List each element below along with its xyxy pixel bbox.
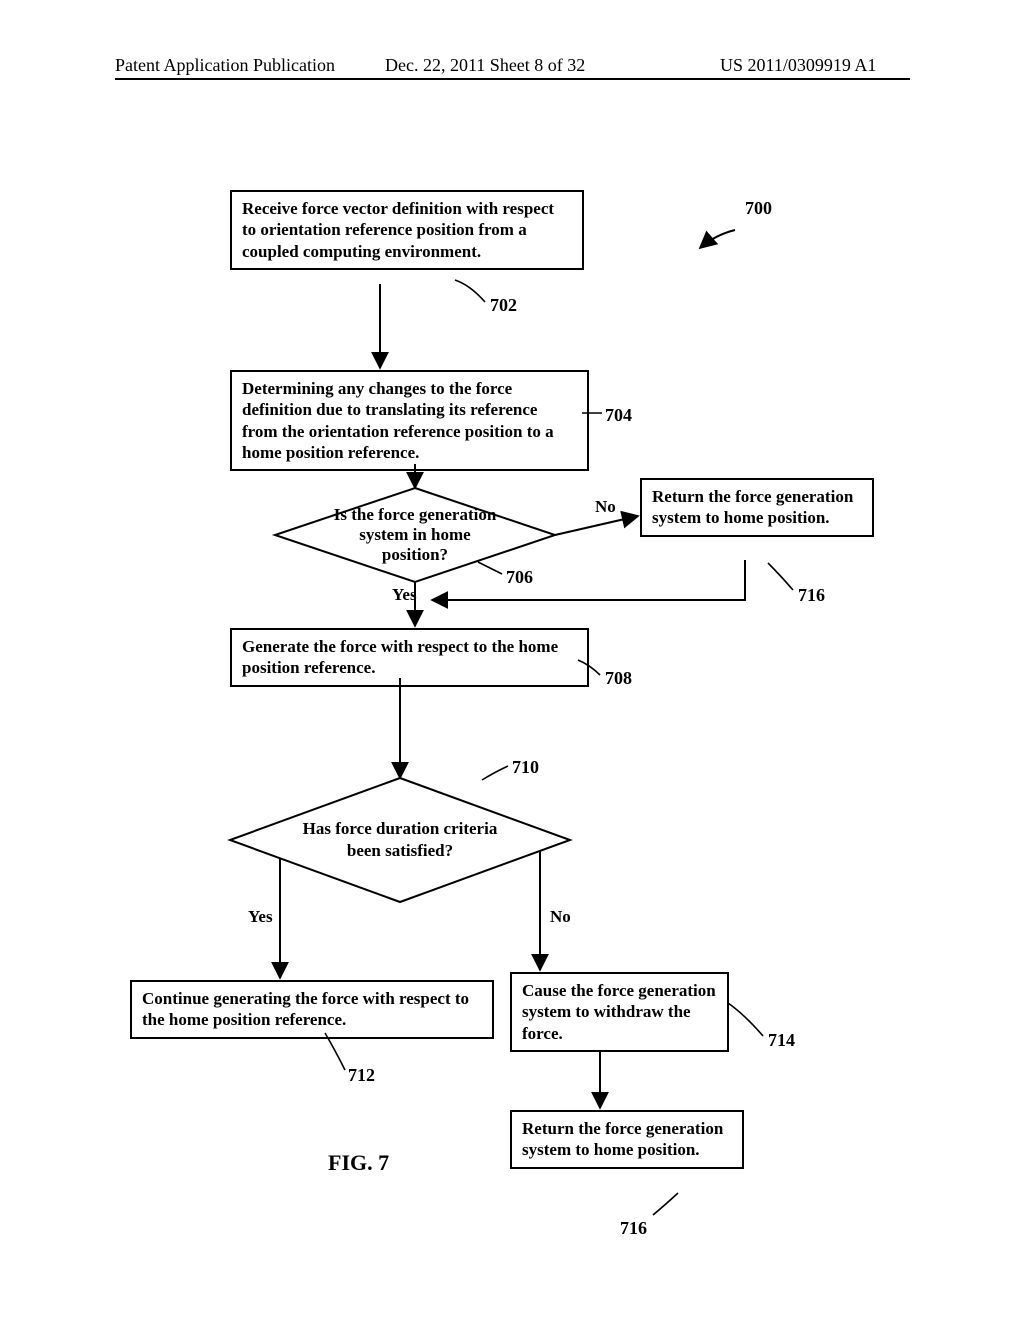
- ref-706: 706: [506, 567, 533, 588]
- leader-716b: [653, 1193, 678, 1215]
- ref-716b: 716: [620, 1218, 647, 1239]
- decision-710: [230, 778, 570, 902]
- leader-706: [478, 562, 502, 574]
- step-714: Cause the force generation system to wit…: [510, 972, 729, 1052]
- leader-700: [700, 230, 735, 248]
- label-706-no: No: [595, 497, 616, 517]
- d710-line2: been satisfied?: [347, 841, 453, 860]
- arrow-706-716a: [555, 516, 638, 535]
- header-pubnumber: US 2011/0309919 A1: [720, 55, 876, 76]
- d710-line1: Has force duration criteria: [303, 819, 498, 838]
- header-date-sheet: Dec. 22, 2011 Sheet 8 of 32: [385, 55, 585, 76]
- leader-714: [728, 1003, 763, 1036]
- ref-710: 710: [512, 757, 539, 778]
- patent-page: Patent Application Publication Dec. 22, …: [0, 0, 1024, 1320]
- ref-712: 712: [348, 1065, 375, 1086]
- ref-708: 708: [605, 668, 632, 689]
- figure-label: FIG. 7: [328, 1150, 389, 1176]
- d706-line3: position?: [382, 545, 448, 564]
- d706-line1: Is the force generation: [334, 505, 497, 524]
- step-702: Receive force vector definition with res…: [230, 190, 584, 270]
- label-710-no: No: [550, 907, 571, 927]
- leader-716a: [768, 563, 793, 590]
- ref-714: 714: [768, 1030, 795, 1051]
- label-710-yes: Yes: [248, 907, 273, 927]
- ref-702: 702: [490, 295, 517, 316]
- step-712: Continue generating the force with respe…: [130, 980, 494, 1039]
- header-rule: [115, 78, 910, 80]
- step-716a: Return the force generation system to ho…: [640, 478, 874, 537]
- arrow-716a-back: [432, 560, 745, 600]
- leader-702: [455, 280, 485, 302]
- step-704: Determining any changes to the force def…: [230, 370, 589, 471]
- leader-710: [482, 766, 508, 780]
- header-publication: Patent Application Publication: [115, 55, 335, 76]
- ref-700: 700: [745, 198, 772, 219]
- step-716b: Return the force generation system to ho…: [510, 1110, 744, 1169]
- label-706-yes: Yes: [392, 585, 417, 605]
- step-708: Generate the force with respect to the h…: [230, 628, 589, 687]
- leader-712: [325, 1033, 345, 1070]
- ref-716a: 716: [798, 585, 825, 606]
- ref-704: 704: [605, 405, 632, 426]
- d706-line2: system in home: [359, 525, 471, 544]
